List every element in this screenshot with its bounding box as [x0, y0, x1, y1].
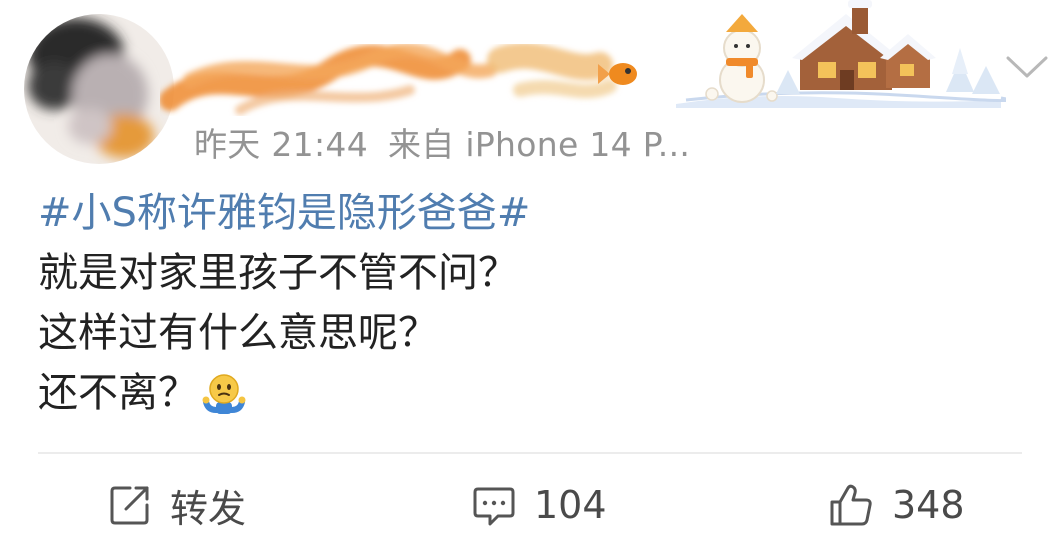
post-source[interactable]: 来自 iPhone 14 P...	[388, 125, 690, 164]
hashtag-line: #小S称许雅钧是隐形爸爸#	[38, 183, 1018, 243]
repost-label: 转发	[170, 486, 247, 531]
repost-button[interactable]: 转发	[108, 480, 247, 531]
avatar[interactable]	[24, 14, 174, 164]
post-header: 昨天 21:44 来自 iPhone 14 P...	[0, 0, 1060, 170]
content-line-text: 还不离？	[38, 370, 198, 416]
content-line: 就是对家里孩子不管不问？	[38, 250, 518, 296]
like-count: 348	[892, 483, 965, 527]
comment-count: 104	[534, 483, 607, 527]
weibo-post-card: 昨天 21:44 来自 iPhone 14 P... #小S称许雅钧是隐形爸爸#…	[0, 0, 1060, 538]
post-content: #小S称许雅钧是隐形爸爸# 就是对家里孩子不管不问？ 这样过有什么意思呢？ 还不…	[38, 183, 1018, 423]
hashtag-link[interactable]: #小S称许雅钧是隐形爸爸#	[38, 190, 530, 236]
winter-decoration-icon	[676, 0, 1011, 108]
divider	[38, 452, 1022, 454]
username-redaction[interactable]	[159, 20, 640, 120]
post-time: 昨天 21:44	[194, 125, 368, 164]
comment-icon	[473, 487, 515, 526]
chevron-down-icon[interactable]	[1004, 52, 1050, 82]
thumbs-up-icon	[830, 484, 872, 526]
repost-icon	[110, 486, 149, 525]
comment-button[interactable]: 104	[472, 480, 607, 530]
shrug-emoji-icon	[202, 372, 246, 416]
content-line: 还不离？	[38, 363, 1018, 423]
post-meta: 昨天 21:44 来自 iPhone 14 P...	[194, 118, 690, 166]
content-line: 这样过有什么意思呢？	[38, 310, 438, 356]
like-button[interactable]: 348	[828, 480, 965, 530]
action-bar: 转发 104 348	[0, 470, 1060, 538]
